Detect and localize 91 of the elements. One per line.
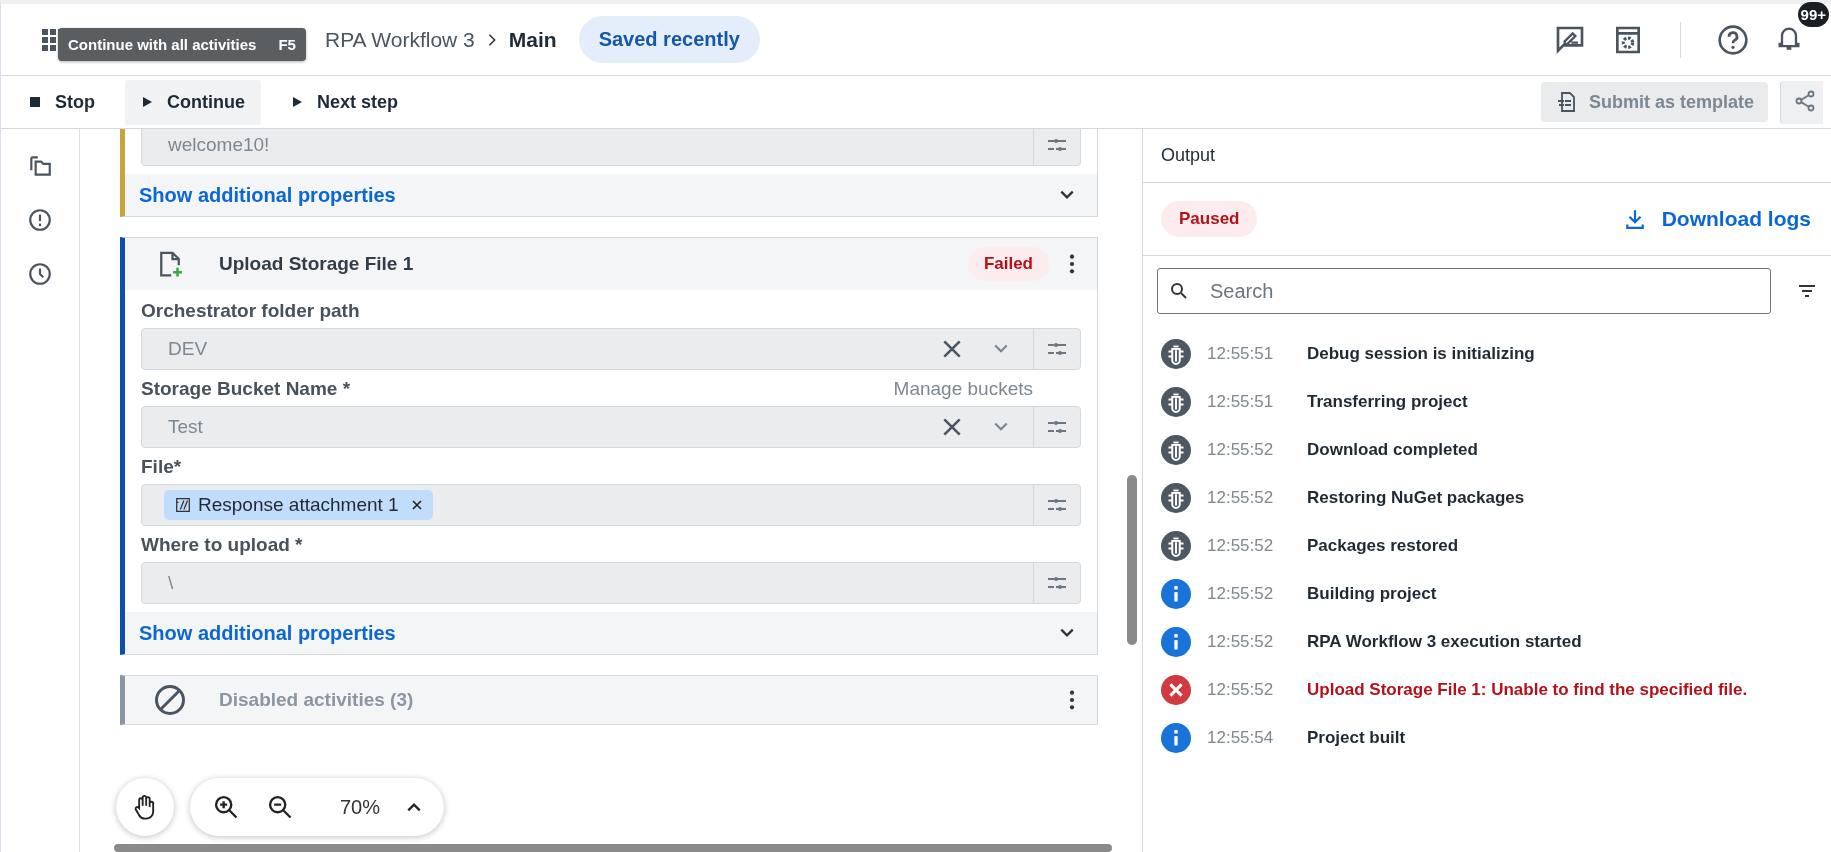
- log-message: Transferring project: [1307, 392, 1468, 412]
- share-icon: [1793, 88, 1817, 113]
- status-badge: Failed: [967, 247, 1049, 281]
- log-time: 12:55:52: [1207, 536, 1275, 556]
- input-field[interactable]: Response attachment 1: [141, 484, 1081, 526]
- input-field[interactable]: DEV: [141, 328, 1081, 370]
- clear-icon[interactable]: [943, 340, 961, 358]
- manage-buckets-link[interactable]: Manage buckets: [893, 378, 1033, 400]
- log-message: Project built: [1307, 728, 1406, 748]
- search-icon: [1169, 281, 1189, 301]
- disabled-icon: [155, 685, 185, 715]
- show-properties-link[interactable]: Show additional properties: [139, 183, 396, 207]
- sliders-icon[interactable]: [1046, 342, 1068, 356]
- info-icon: [1161, 579, 1191, 609]
- download-logs-button[interactable]: Download logs: [1617, 206, 1817, 232]
- log-message: Upload Storage File 1: Unable to find the specified file.: [1307, 680, 1748, 700]
- sliders-icon[interactable]: [1046, 420, 1068, 434]
- field-value: DEV: [168, 338, 208, 360]
- toolbar-button[interactable]: Stop: [13, 79, 111, 125]
- variable-icon: [174, 496, 192, 514]
- log-message: Building project: [1307, 584, 1437, 604]
- play-icon: [141, 96, 153, 108]
- log-message: Download completed: [1307, 440, 1478, 460]
- save-status-badge: Saved recently: [578, 16, 760, 63]
- breadcrumb-item[interactable]: Main: [508, 27, 557, 52]
- error-icon: [1161, 675, 1191, 705]
- sliders-icon[interactable]: [1046, 498, 1068, 512]
- toolbar-button[interactable]: Next step: [275, 79, 415, 125]
- field-value: \: [168, 572, 174, 594]
- panel-title: Output: [1161, 145, 1216, 166]
- log-message: Restoring NuGet packages: [1307, 488, 1525, 508]
- log-time: 12:55:52: [1207, 680, 1275, 700]
- input-field[interactable]: welcome10!: [141, 129, 1081, 166]
- variable-chip[interactable]: Response attachment 1: [164, 490, 433, 520]
- log-time: 12:55:54: [1207, 728, 1275, 748]
- sliders-icon[interactable]: [1046, 138, 1068, 152]
- log-time: 12:55:52: [1207, 488, 1275, 508]
- log-time: 12:55:51: [1207, 344, 1275, 364]
- chevron-down-icon[interactable]: [1059, 189, 1075, 201]
- show-properties-link[interactable]: Show additional properties: [139, 621, 396, 645]
- info-icon: [1161, 627, 1191, 657]
- stop-icon: [29, 96, 41, 108]
- history-icon[interactable]: [27, 261, 53, 287]
- field-value: welcome10!: [168, 134, 270, 156]
- search-field[interactable]: Search: [1157, 268, 1771, 314]
- zoom-in-icon[interactable]: [212, 793, 240, 821]
- log-message: Packages restored: [1307, 536, 1459, 556]
- play-icon: [291, 96, 303, 108]
- bug-icon: [1161, 387, 1191, 417]
- zoom-out-icon[interactable]: [266, 793, 294, 821]
- warning-icon[interactable]: [27, 207, 53, 233]
- zoom-level-text: 70%: [340, 795, 381, 819]
- log-time: 12:55:52: [1207, 584, 1275, 604]
- status-badge: Paused: [1161, 201, 1258, 237]
- toolbar-button[interactable]: Continue: [125, 79, 261, 125]
- field-label: Orchestrator folder path: [141, 300, 360, 322]
- field-label: Where to upload *: [141, 534, 303, 556]
- clear-icon[interactable]: [943, 418, 961, 436]
- chevron-right-icon: [486, 32, 497, 47]
- pan-tool-button[interactable]: [116, 778, 174, 836]
- input-field[interactable]: \: [141, 562, 1081, 604]
- share-button[interactable]: [1780, 80, 1823, 124]
- download-icon: [1623, 208, 1646, 230]
- activity-title: Disabled activities (3): [219, 689, 414, 711]
- log-time: 12:55:52: [1207, 440, 1275, 460]
- field-value: Test: [168, 416, 203, 438]
- log-message: RPA Workflow 3 execution started: [1307, 632, 1582, 652]
- folders-icon[interactable]: [27, 153, 53, 179]
- sliders-icon[interactable]: [1046, 576, 1068, 590]
- chevron-up-icon[interactable]: [406, 801, 423, 813]
- more-options-icon[interactable]: [1069, 253, 1075, 275]
- activity-title: Upload Storage File 1: [219, 253, 414, 275]
- close-icon[interactable]: [410, 499, 423, 511]
- bug-icon: [1161, 531, 1191, 561]
- chevron-down-icon[interactable]: [1059, 627, 1075, 639]
- info-icon: [1161, 723, 1191, 753]
- bug-icon: [1161, 339, 1191, 369]
- field-label: Storage Bucket Name *: [141, 378, 351, 400]
- bug-icon: [1161, 483, 1191, 513]
- log-time: 12:55:51: [1207, 392, 1275, 412]
- notification-count-badge: 99+: [1797, 1, 1829, 27]
- field-label: File*: [141, 456, 182, 478]
- help-icon[interactable]: [1717, 23, 1749, 56]
- shortcut-text: F5: [278, 36, 296, 53]
- log-message: Debug session is initializing: [1307, 344, 1535, 364]
- log-time: 12:55:52: [1207, 632, 1275, 652]
- tooltip-text: Continue with all activities: [68, 36, 257, 53]
- bug-icon: [1161, 435, 1191, 465]
- input-field[interactable]: Test: [141, 406, 1081, 448]
- filter-icon[interactable]: [1797, 284, 1817, 298]
- breadcrumb-item[interactable]: RPA Workflow 3: [325, 27, 475, 52]
